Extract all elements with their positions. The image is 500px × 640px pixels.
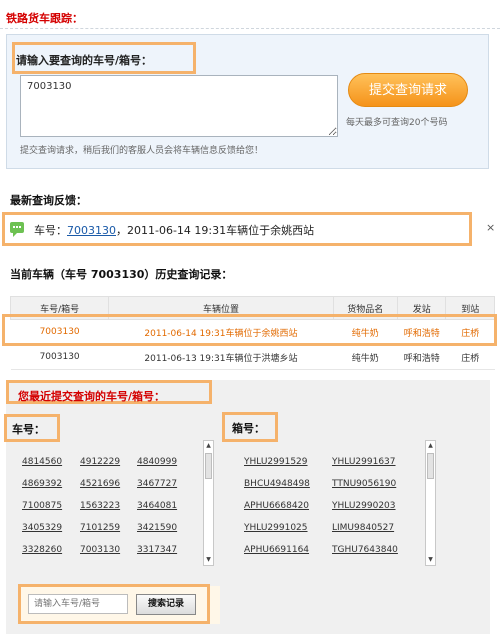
cell-car-number: 7003130 (10, 344, 109, 370)
box-number-link[interactable]: YHLU2991025 (244, 523, 308, 533)
scroll-up-icon[interactable]: ▲ (427, 442, 434, 450)
car-number-link[interactable]: 4869392 (22, 479, 62, 489)
table-row[interactable]: 7003130 2011-06-13 19:31车辆位于洪塘乡站 纯牛奶 呼和浩… (10, 344, 495, 370)
car-column-title: 车号： (12, 423, 45, 436)
cell-position: 2011-06-13 19:31车辆位于洪塘乡站 (108, 344, 334, 370)
car-number-link[interactable]: 3328260 (22, 545, 62, 555)
scroll-thumb[interactable] (205, 453, 212, 479)
car-number-link[interactable]: 4521696 (80, 479, 120, 489)
scroll-thumb[interactable] (427, 453, 434, 479)
feedback-prefix: 车号： (34, 224, 67, 237)
box-list-scrollbar[interactable]: ▲ ▼ (425, 440, 436, 566)
title-divider (0, 28, 500, 29)
close-icon[interactable]: × (486, 221, 495, 234)
search-input[interactable] (28, 594, 128, 614)
box-number-link[interactable]: BHCU4948498 (244, 479, 310, 489)
cell-from: 呼和浩特 (397, 344, 446, 370)
feedback-message: 车号：7003130，2011-06-14 19:31车辆位于余姚西站 (34, 222, 314, 238)
scroll-down-icon[interactable]: ▼ (205, 556, 212, 564)
chat-icon (10, 222, 24, 237)
scroll-down-icon[interactable]: ▼ (427, 556, 434, 564)
search-records-button[interactable]: 搜索记录 (136, 594, 196, 615)
submit-query-button[interactable]: 提交查询请求 (348, 73, 468, 107)
box-number-link[interactable]: YHLU2990203 (332, 501, 396, 511)
page-title: 铁路货车跟踪： (6, 12, 83, 25)
feedback-car-link[interactable]: 7003130 (67, 224, 116, 237)
car-number-link[interactable]: 3421590 (137, 523, 177, 533)
car-number-link[interactable]: 7100875 (22, 501, 62, 511)
daily-quota-text: 每天最多可查询20个号码 (346, 118, 448, 128)
cell-to: 庄桥 (445, 344, 495, 370)
box-column-title: 箱号： (232, 422, 265, 435)
active-row-highlight (2, 314, 497, 346)
car-number-link[interactable]: 3317347 (137, 545, 177, 555)
car-list-scrollbar[interactable]: ▲ ▼ (203, 440, 214, 566)
car-number-link[interactable]: 1563223 (80, 501, 120, 511)
history-title: 当前车辆（车号 7003130）历史查询记录： (10, 268, 233, 281)
car-number-link[interactable]: 4814560 (22, 457, 62, 467)
car-number-link[interactable]: 3467727 (137, 479, 177, 489)
box-number-link[interactable]: APHU6691164 (244, 545, 309, 555)
car-number-link[interactable]: 7101259 (80, 523, 120, 533)
car-number-link[interactable]: 3464081 (137, 501, 177, 511)
feedback-detail: ，2011-06-14 19:31车辆位于余姚西站 (116, 224, 315, 237)
recent-title: 您最近提交查询的车号/箱号： (18, 390, 166, 403)
query-label: 请输入要查询的车号/箱号： (16, 54, 153, 67)
car-number-link[interactable]: 4840999 (137, 457, 177, 467)
car-number-link[interactable]: 4912229 (80, 457, 120, 467)
box-number-link[interactable]: TTNU9056190 (332, 479, 396, 489)
scroll-up-icon[interactable]: ▲ (205, 442, 212, 450)
submit-hint: 提交查询请求，稍后我们的客服人员会将车辆信息反馈给您！ (20, 146, 264, 156)
car-number-textarea[interactable]: 7003130 (20, 75, 338, 137)
cell-cargo: 纯牛奶 (333, 344, 398, 370)
box-number-link[interactable]: YHLU2991529 (244, 457, 308, 467)
box-number-link[interactable]: LIMU9840527 (332, 523, 394, 533)
latest-feedback-title: 最新查询反馈： (10, 194, 87, 207)
box-number-link[interactable]: APHU6668420 (244, 501, 309, 511)
box-number-link[interactable]: TGHU7643840 (332, 545, 398, 555)
box-number-link[interactable]: YHLU2991637 (332, 457, 396, 467)
car-number-link[interactable]: 7003130 (80, 545, 120, 555)
car-number-link[interactable]: 3405329 (22, 523, 62, 533)
